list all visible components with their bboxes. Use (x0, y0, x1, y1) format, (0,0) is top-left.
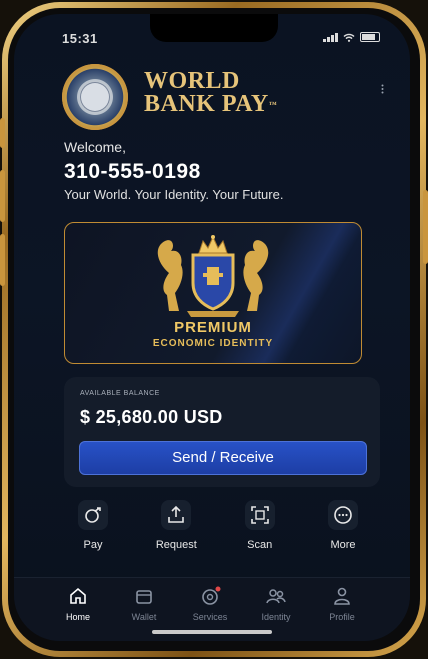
volume-up-button (0, 170, 5, 222)
premium-identity-card[interactable]: PREMIUM ECONOMIC IDENTITY (64, 222, 362, 364)
more-icon (334, 506, 352, 524)
power-button (423, 190, 428, 264)
tab-services-label: Services (192, 612, 228, 622)
wifi-icon (343, 33, 355, 42)
card-title: PREMIUM (174, 319, 252, 336)
brand-wordmark: WORLD BANK PAY™ (144, 68, 278, 117)
home-icon (70, 587, 86, 604)
brand-line-1: WORLD (144, 68, 240, 94)
action-scan[interactable]: Scan (225, 500, 295, 560)
tab-profile-label: Profile (329, 612, 355, 622)
overflow-menu-icon[interactable] (381, 84, 384, 94)
balance-label: AVAILABLE BALANCE (80, 390, 160, 397)
tab-home[interactable]: Home (48, 586, 108, 630)
home-indicator[interactable] (152, 630, 272, 634)
brand-line-2: BANK PAY™ (144, 91, 278, 117)
action-scan-label: Scan (247, 539, 273, 551)
wallet-icon (136, 590, 152, 604)
quick-actions: Pay Request Scan More (58, 500, 378, 560)
card-subtitle: ECONOMIC IDENTITY (152, 338, 274, 349)
services-icon (202, 586, 221, 605)
scan-icon (250, 506, 269, 524)
welcome-text: Welcome, (64, 139, 126, 155)
tab-wallet-label: Wallet (131, 612, 157, 622)
action-more[interactable]: More (308, 500, 378, 560)
tab-home-label: Home (65, 612, 90, 622)
action-request-label: Request (155, 539, 197, 551)
tab-identity[interactable]: Identity (246, 586, 306, 630)
tab-identity-label: Identity (261, 612, 291, 622)
send-receive-button[interactable]: Send / Receive (79, 441, 367, 475)
request-icon (168, 505, 185, 523)
status-bar: 15:31 (14, 14, 410, 54)
balance-amount: $ 25,680.00 USD (80, 407, 223, 427)
action-pay[interactable]: Pay (58, 500, 128, 560)
tab-services[interactable]: Services (180, 586, 240, 630)
tab-profile[interactable]: Profile (312, 586, 372, 630)
signal-icon (323, 33, 338, 42)
royal-crest-icon (157, 235, 269, 317)
app-screen: 15:31 WORLD BANK PAY™ Welcome, 310-555-0… (14, 14, 410, 641)
brand-line-2-text: BANK PAY (144, 91, 269, 117)
mute-switch (0, 118, 5, 148)
action-pay-label: Pay (83, 539, 103, 551)
battery-icon (360, 32, 380, 42)
pay-icon (85, 507, 101, 523)
tagline: Your World. Your Identity. Your Future. (64, 187, 284, 202)
trademark-mark: ™ (268, 100, 278, 109)
volume-down-button (0, 234, 5, 286)
status-time: 15:31 (62, 31, 98, 46)
world-bank-pay-logo (62, 64, 128, 130)
tab-wallet[interactable]: Wallet (114, 586, 174, 630)
camera-notch (150, 14, 278, 42)
action-request[interactable]: Request (141, 500, 211, 560)
action-more-label: More (330, 539, 356, 551)
account-phone-number: 310-555-0198 (64, 160, 201, 183)
balance-panel: AVAILABLE BALANCE $ 25,680.00 USD Send /… (64, 377, 380, 487)
profile-icon (334, 587, 350, 605)
identity-icon (266, 589, 286, 604)
status-icons (323, 32, 380, 42)
